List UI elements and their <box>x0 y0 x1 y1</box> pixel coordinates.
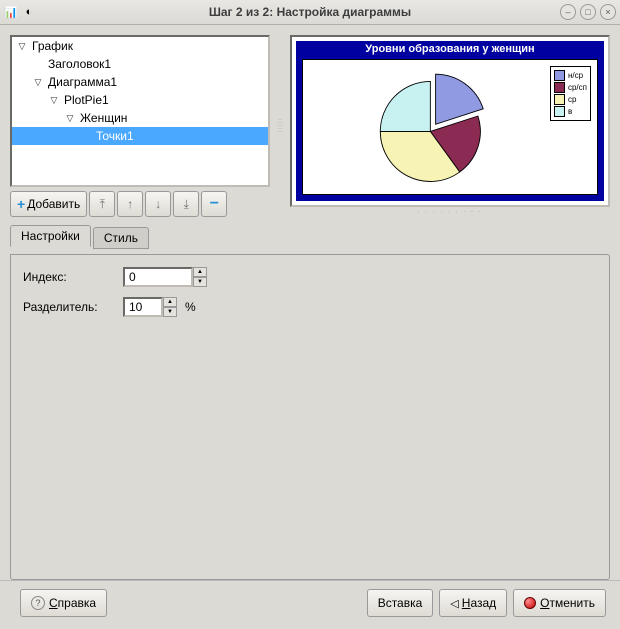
splitter-field[interactable] <box>123 297 163 317</box>
move-bottom-button[interactable]: ⤓ <box>173 191 199 217</box>
tree-toggle-icon[interactable]: ▽ <box>16 41 28 52</box>
move-top-button[interactable]: ⤒ <box>89 191 115 217</box>
app-icon: 📊 <box>4 5 18 19</box>
tree-node-label: Точки1 <box>94 129 136 143</box>
tree-node-label: График <box>30 39 75 53</box>
arrow-bar-up-icon: ⤒ <box>100 197 105 212</box>
legend-label: н/ср <box>568 71 583 80</box>
tree-node[interactable]: ▽Женщин <box>12 109 268 127</box>
add-button[interactable]: + Добавить <box>10 191 87 217</box>
move-up-button[interactable]: ↑ <box>117 191 143 217</box>
dialog-footer: ? Справка Вставка ◁ Назад Отменить <box>0 580 620 629</box>
splitter-step-down[interactable]: ▼ <box>163 307 177 317</box>
splitter-label: Разделитель: <box>23 300 123 314</box>
chart-title: Уровни образования у женщин <box>296 41 604 57</box>
tree-toggle-icon[interactable]: ▽ <box>64 113 76 124</box>
window-titlebar[interactable]: 📊 ◐ Шаг 2 из 2: Настройка диаграммы – □ … <box>0 0 620 25</box>
tab-strip: Настройки Стиль <box>10 225 610 247</box>
insert-button-label: Вставка <box>378 596 423 610</box>
tree-toggle-icon[interactable]: ▽ <box>32 77 44 88</box>
legend-swatch <box>554 70 565 81</box>
tab-style[interactable]: Стиль <box>93 227 149 249</box>
legend-label: ср/сп <box>568 83 587 92</box>
help-button[interactable]: ? Справка <box>20 589 107 617</box>
help-icon: ? <box>31 596 45 610</box>
chart-preview: Уровни образования у женщин н/ср ср/сп ср в <box>290 35 610 207</box>
arrow-bar-down-icon: ⤓ <box>184 197 189 212</box>
cancel-icon <box>524 597 536 609</box>
tree-node[interactable]: Точки1 <box>12 127 268 145</box>
index-field[interactable] <box>123 267 193 287</box>
plus-icon: + <box>17 196 25 212</box>
window-title: Шаг 2 из 2: Настройка диаграммы <box>0 5 620 19</box>
help-button-label: Справка <box>49 596 96 610</box>
index-label: Индекс: <box>23 270 123 284</box>
back-button-label: Назад <box>462 596 496 610</box>
move-down-button[interactable]: ↓ <box>145 191 171 217</box>
tree-toggle-icon[interactable]: ▽ <box>48 95 60 106</box>
remove-button[interactable]: − <box>201 191 227 217</box>
tree-node-label: Заголовок1 <box>46 57 113 71</box>
tree-node-label: Диаграмма1 <box>46 75 119 89</box>
maximize-button[interactable]: □ <box>580 4 596 20</box>
cancel-button-label: Отменить <box>540 596 595 610</box>
tree-node[interactable]: ▽Диаграмма1 <box>12 73 268 91</box>
tree-node[interactable]: ▽PlotPie1 <box>12 91 268 109</box>
minimize-button[interactable]: – <box>560 4 576 20</box>
legend-row: в <box>554 106 587 117</box>
chart-settings-window: 📊 ◐ Шаг 2 из 2: Настройка диаграммы – □ … <box>0 0 620 629</box>
add-button-label: Добавить <box>27 197 80 211</box>
legend-swatch <box>554 94 565 105</box>
tab-settings[interactable]: Настройки <box>10 225 91 247</box>
tree-node-label: PlotPie1 <box>62 93 111 107</box>
tree-node-label: Женщин <box>78 111 129 125</box>
splitter-step-up[interactable]: ▲ <box>163 297 177 307</box>
legend-swatch <box>554 82 565 93</box>
legend-row: н/ср <box>554 70 587 81</box>
legend-row: ср <box>554 94 587 105</box>
legend-row: ср/сп <box>554 82 587 93</box>
index-step-down[interactable]: ▼ <box>193 277 207 287</box>
legend-swatch <box>554 106 565 117</box>
legend-label: ср <box>568 95 576 104</box>
tree-node[interactable]: Заголовок1 <box>12 55 268 73</box>
minus-icon: − <box>210 195 219 213</box>
back-icon: ◁ <box>450 597 458 610</box>
cancel-button[interactable]: Отменить <box>513 589 606 617</box>
tab-page-settings: Индекс: ▲ ▼ Разделитель: ▲ ▼ <box>10 254 610 580</box>
index-step-up[interactable]: ▲ <box>193 267 207 277</box>
tree-node[interactable]: ▽График <box>12 37 268 55</box>
tree-view[interactable]: ▽ГрафикЗаголовок1▽Диаграмма1▽PlotPie1▽Же… <box>10 35 270 187</box>
pie-slice <box>380 81 430 131</box>
rollup-icon[interactable]: ◐ <box>22 5 36 19</box>
splitter-vertical[interactable]: ·········· <box>276 35 284 217</box>
splitter-horizontal[interactable]: · · · · · · · · · <box>290 209 610 217</box>
legend-label: в <box>568 107 572 116</box>
back-button[interactable]: ◁ Назад <box>439 589 507 617</box>
arrow-up-icon: ↑ <box>127 197 133 211</box>
insert-button[interactable]: Вставка <box>367 589 434 617</box>
chart-legend: н/ср ср/сп ср в <box>550 66 591 121</box>
close-button[interactable]: × <box>600 4 616 20</box>
arrow-down-icon: ↓ <box>155 197 161 211</box>
splitter-suffix: % <box>185 300 196 314</box>
